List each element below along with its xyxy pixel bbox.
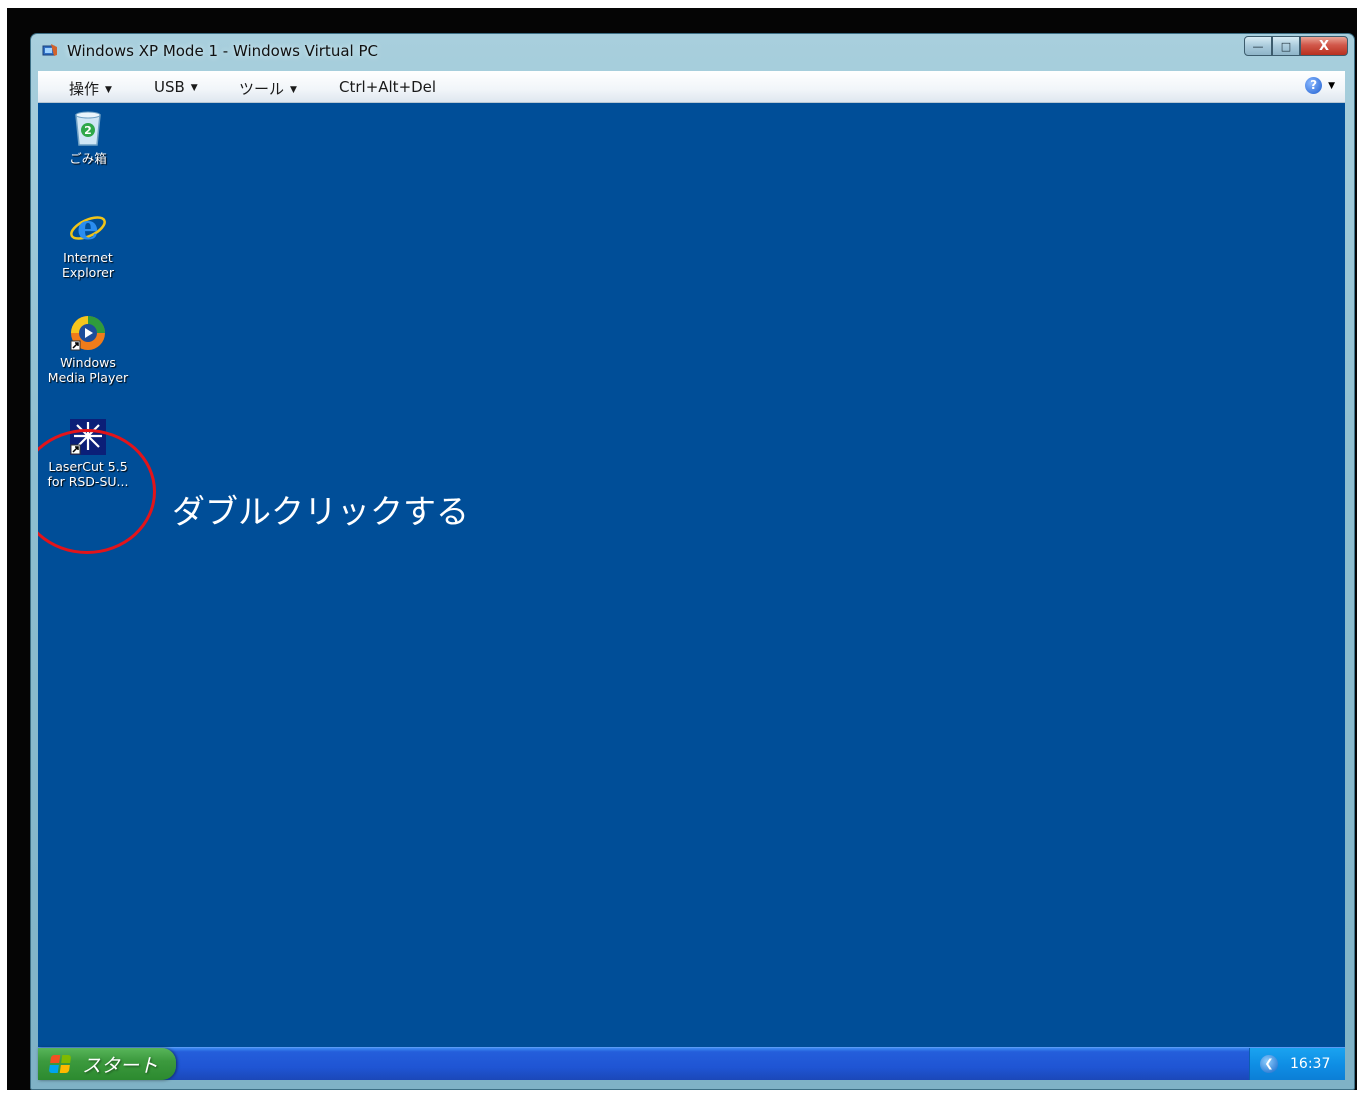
menu-usb-label: USB <box>154 78 185 96</box>
vpc-toolbar: 操作 ▼ USB ▼ ツール ▼ Ctrl+Alt+Del ? ▼ <box>38 71 1345 103</box>
desktop-icon-label: ごみ箱 <box>69 151 107 166</box>
title-bar[interactable]: Windows XP Mode 1 - Windows Virtual PC —… <box>31 34 1354 70</box>
close-button[interactable]: X <box>1300 36 1348 56</box>
show-hidden-icons-chevron-icon[interactable]: ❮ <box>1260 1055 1278 1073</box>
desktop-icon-recycle-bin[interactable]: 2 ごみ箱 <box>40 109 136 166</box>
xp-desktop: 2 ごみ箱 e Internet Explorer Windows Media … <box>38 103 1345 1048</box>
menu-action-label: 操作 <box>69 80 100 98</box>
menu-tools[interactable]: ツール ▼ <box>239 78 297 99</box>
desktop-icon-label: Windows Media Player <box>47 355 129 385</box>
chevron-down-icon: ▼ <box>105 84 112 95</box>
ctrl-alt-del-button[interactable]: Ctrl+Alt+Del <box>339 78 436 96</box>
desktop-icon-label: Internet Explorer <box>61 250 115 280</box>
start-button[interactable]: スタート <box>38 1048 176 1080</box>
chevron-down-icon: ▼ <box>290 84 297 95</box>
help-icon: ? <box>1305 77 1323 94</box>
recycle-bin-icon: 2 <box>75 111 101 146</box>
desktop-icon-internet-explorer[interactable]: e Internet Explorer <box>40 208 136 280</box>
window-title: Windows XP Mode 1 - Windows Virtual PC <box>67 42 378 60</box>
minimize-button[interactable]: — <box>1244 36 1272 56</box>
chevron-down-icon: ▼ <box>1328 80 1335 91</box>
desktop-icon-windows-media-player[interactable]: Windows Media Player <box>40 313 136 385</box>
windows-logo-icon <box>48 1055 72 1073</box>
annotation-instruction: ダブルクリックする <box>172 492 469 531</box>
caption-buttons: — □ X <box>1244 36 1348 56</box>
help-button[interactable]: ? ▼ <box>1305 77 1335 94</box>
system-tray: ❮ 16:37 <box>1249 1048 1345 1080</box>
windows-media-player-icon <box>70 316 105 351</box>
svg-text:e: e <box>77 208 99 248</box>
start-button-label: スタート <box>82 1054 159 1077</box>
annotation-highlight-circle <box>38 429 156 554</box>
chevron-down-icon: ▼ <box>190 82 198 93</box>
taskbar: スタート ❮ 16:37 <box>38 1047 1345 1080</box>
menu-tools-label: ツール <box>239 80 285 98</box>
clock[interactable]: 16:37 <box>1290 1056 1330 1072</box>
internet-explorer-icon: e <box>70 208 106 248</box>
menu-usb[interactable]: USB ▼ <box>154 78 198 96</box>
virtual-pc-icon <box>42 44 57 56</box>
maximize-button[interactable]: □ <box>1272 36 1300 56</box>
menu-action[interactable]: 操作 ▼ <box>69 78 112 99</box>
svg-text:2: 2 <box>84 124 92 137</box>
